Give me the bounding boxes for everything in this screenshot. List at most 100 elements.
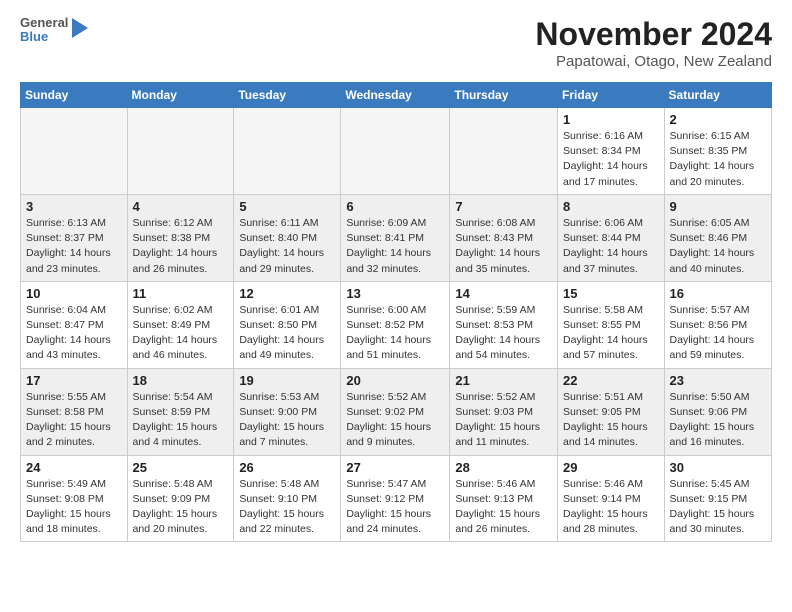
day-number: 19	[239, 373, 335, 388]
day-info: Sunrise: 6:05 AM Sunset: 8:46 PM Dayligh…	[670, 216, 766, 277]
day-number: 14	[455, 286, 552, 301]
calendar-cell: 30 Sunrise: 5:45 AM Sunset: 9:15 PM Dayli…	[664, 455, 771, 542]
day-info: Sunrise: 6:02 AM Sunset: 8:49 PM Dayligh…	[133, 303, 229, 364]
weekday-header-sunday: Sunday	[21, 83, 128, 108]
day-info: Sunrise: 5:51 AM Sunset: 9:05 PM Dayligh…	[563, 390, 659, 451]
day-info: Sunrise: 5:54 AM Sunset: 8:59 PM Dayligh…	[133, 390, 229, 451]
day-number: 4	[133, 199, 229, 214]
day-info: Sunrise: 6:09 AM Sunset: 8:41 PM Dayligh…	[346, 216, 444, 277]
day-number: 10	[26, 286, 122, 301]
calendar-cell	[21, 108, 128, 195]
day-number: 12	[239, 286, 335, 301]
calendar-cell: 29 Sunrise: 5:46 AM Sunset: 9:14 PM Dayli…	[558, 455, 665, 542]
day-info: Sunrise: 5:57 AM Sunset: 8:56 PM Dayligh…	[670, 303, 766, 364]
calendar-cell: 26 Sunrise: 5:48 AM Sunset: 9:10 PM Dayli…	[234, 455, 341, 542]
day-info: Sunrise: 5:53 AM Sunset: 9:00 PM Dayligh…	[239, 390, 335, 451]
day-number: 1	[563, 112, 659, 127]
day-number: 5	[239, 199, 335, 214]
calendar-cell: 28 Sunrise: 5:46 AM Sunset: 9:13 PM Dayli…	[450, 455, 558, 542]
day-info: Sunrise: 5:48 AM Sunset: 9:09 PM Dayligh…	[133, 477, 229, 538]
day-number: 17	[26, 373, 122, 388]
day-info: Sunrise: 6:12 AM Sunset: 8:38 PM Dayligh…	[133, 216, 229, 277]
calendar-cell: 18 Sunrise: 5:54 AM Sunset: 8:59 PM Dayli…	[127, 368, 234, 455]
day-info: Sunrise: 5:48 AM Sunset: 9:10 PM Dayligh…	[239, 477, 335, 538]
logo-text: General Blue	[20, 16, 68, 45]
day-info: Sunrise: 5:59 AM Sunset: 8:53 PM Dayligh…	[455, 303, 552, 364]
calendar-cell	[127, 108, 234, 195]
day-info: Sunrise: 5:46 AM Sunset: 9:13 PM Dayligh…	[455, 477, 552, 538]
day-number: 18	[133, 373, 229, 388]
day-number: 27	[346, 460, 444, 475]
calendar-cell: 6 Sunrise: 6:09 AM Sunset: 8:41 PM Daylig…	[341, 194, 450, 281]
day-info: Sunrise: 5:47 AM Sunset: 9:12 PM Dayligh…	[346, 477, 444, 538]
calendar-week-row: 3 Sunrise: 6:13 AM Sunset: 8:37 PM Daylig…	[21, 194, 772, 281]
day-number: 24	[26, 460, 122, 475]
calendar-cell: 20 Sunrise: 5:52 AM Sunset: 9:02 PM Dayli…	[341, 368, 450, 455]
calendar-week-row: 17 Sunrise: 5:55 AM Sunset: 8:58 PM Dayli…	[21, 368, 772, 455]
day-number: 25	[133, 460, 229, 475]
day-number: 28	[455, 460, 552, 475]
calendar-cell: 13 Sunrise: 6:00 AM Sunset: 8:52 PM Dayli…	[341, 281, 450, 368]
day-info: Sunrise: 5:52 AM Sunset: 9:03 PM Dayligh…	[455, 390, 552, 451]
day-info: Sunrise: 6:04 AM Sunset: 8:47 PM Dayligh…	[26, 303, 122, 364]
calendar-week-row: 1 Sunrise: 6:16 AM Sunset: 8:34 PM Daylig…	[21, 108, 772, 195]
day-number: 13	[346, 286, 444, 301]
day-info: Sunrise: 6:06 AM Sunset: 8:44 PM Dayligh…	[563, 216, 659, 277]
day-info: Sunrise: 6:01 AM Sunset: 8:50 PM Dayligh…	[239, 303, 335, 364]
day-info: Sunrise: 6:13 AM Sunset: 8:37 PM Dayligh…	[26, 216, 122, 277]
weekday-header-monday: Monday	[127, 83, 234, 108]
calendar-cell: 22 Sunrise: 5:51 AM Sunset: 9:05 PM Dayli…	[558, 368, 665, 455]
day-number: 20	[346, 373, 444, 388]
calendar-week-row: 10 Sunrise: 6:04 AM Sunset: 8:47 PM Dayli…	[21, 281, 772, 368]
month-title: November 2024	[535, 16, 772, 53]
calendar-cell: 23Sunrise: 5:50 AM Sunset: 9:06 PM Dayli…	[664, 368, 771, 455]
calendar-cell: 17 Sunrise: 5:55 AM Sunset: 8:58 PM Dayli…	[21, 368, 128, 455]
day-info: Sunrise: 5:52 AM Sunset: 9:02 PM Dayligh…	[346, 390, 444, 451]
calendar-cell: 12 Sunrise: 6:01 AM Sunset: 8:50 PM Dayli…	[234, 281, 341, 368]
day-info: Sunrise: 6:16 AM Sunset: 8:34 PM Dayligh…	[563, 129, 659, 190]
logo: General Blue	[20, 16, 88, 45]
day-number: 21	[455, 373, 552, 388]
calendar-cell: 9 Sunrise: 6:05 AM Sunset: 8:46 PM Daylig…	[664, 194, 771, 281]
day-number: 11	[133, 286, 229, 301]
day-number: 22	[563, 373, 659, 388]
day-number: 30	[670, 460, 766, 475]
day-number: 23	[670, 373, 766, 388]
day-number: 16	[670, 286, 766, 301]
calendar-cell: 1 Sunrise: 6:16 AM Sunset: 8:34 PM Daylig…	[558, 108, 665, 195]
day-number: 3	[26, 199, 122, 214]
calendar-cell	[341, 108, 450, 195]
calendar-table: SundayMondayTuesdayWednesdayThursdayFrid…	[20, 82, 772, 542]
calendar-cell: 2Sunrise: 6:15 AM Sunset: 8:35 PM Daylig…	[664, 108, 771, 195]
day-info: Sunrise: 5:46 AM Sunset: 9:14 PM Dayligh…	[563, 477, 659, 538]
calendar-cell: 24Sunrise: 5:49 AM Sunset: 9:08 PM Dayli…	[21, 455, 128, 542]
day-info: Sunrise: 6:11 AM Sunset: 8:40 PM Dayligh…	[239, 216, 335, 277]
calendar-cell: 25 Sunrise: 5:48 AM Sunset: 9:09 PM Dayli…	[127, 455, 234, 542]
day-info: Sunrise: 6:00 AM Sunset: 8:52 PM Dayligh…	[346, 303, 444, 364]
day-number: 9	[670, 199, 766, 214]
day-number: 15	[563, 286, 659, 301]
day-number: 26	[239, 460, 335, 475]
calendar-cell: 8 Sunrise: 6:06 AM Sunset: 8:44 PM Daylig…	[558, 194, 665, 281]
calendar-header-row: SundayMondayTuesdayWednesdayThursdayFrid…	[21, 83, 772, 108]
calendar-cell: 16 Sunrise: 5:57 AM Sunset: 8:56 PM Dayli…	[664, 281, 771, 368]
day-number: 29	[563, 460, 659, 475]
day-number: 8	[563, 199, 659, 214]
page-header: General Blue November 2024 Papatowai, Ot…	[20, 16, 772, 70]
day-info: Sunrise: 5:58 AM Sunset: 8:55 PM Dayligh…	[563, 303, 659, 364]
calendar-cell: 15 Sunrise: 5:58 AM Sunset: 8:55 PM Dayli…	[558, 281, 665, 368]
calendar-week-row: 24Sunrise: 5:49 AM Sunset: 9:08 PM Dayli…	[21, 455, 772, 542]
calendar-cell	[234, 108, 341, 195]
calendar-cell: 10 Sunrise: 6:04 AM Sunset: 8:47 PM Dayli…	[21, 281, 128, 368]
weekday-header-saturday: Saturday	[664, 83, 771, 108]
day-info: Sunrise: 5:55 AM Sunset: 8:58 PM Dayligh…	[26, 390, 122, 451]
day-number: 6	[346, 199, 444, 214]
logo-general: General	[20, 16, 68, 30]
calendar-cell: 27 Sunrise: 5:47 AM Sunset: 9:12 PM Dayli…	[341, 455, 450, 542]
weekday-header-tuesday: Tuesday	[234, 83, 341, 108]
calendar-cell	[450, 108, 558, 195]
weekday-header-wednesday: Wednesday	[341, 83, 450, 108]
day-info: Sunrise: 5:45 AM Sunset: 9:15 PM Dayligh…	[670, 477, 766, 538]
calendar-cell: 4 Sunrise: 6:12 AM Sunset: 8:38 PM Daylig…	[127, 194, 234, 281]
calendar-cell: 7Sunrise: 6:08 AM Sunset: 8:43 PM Daylig…	[450, 194, 558, 281]
